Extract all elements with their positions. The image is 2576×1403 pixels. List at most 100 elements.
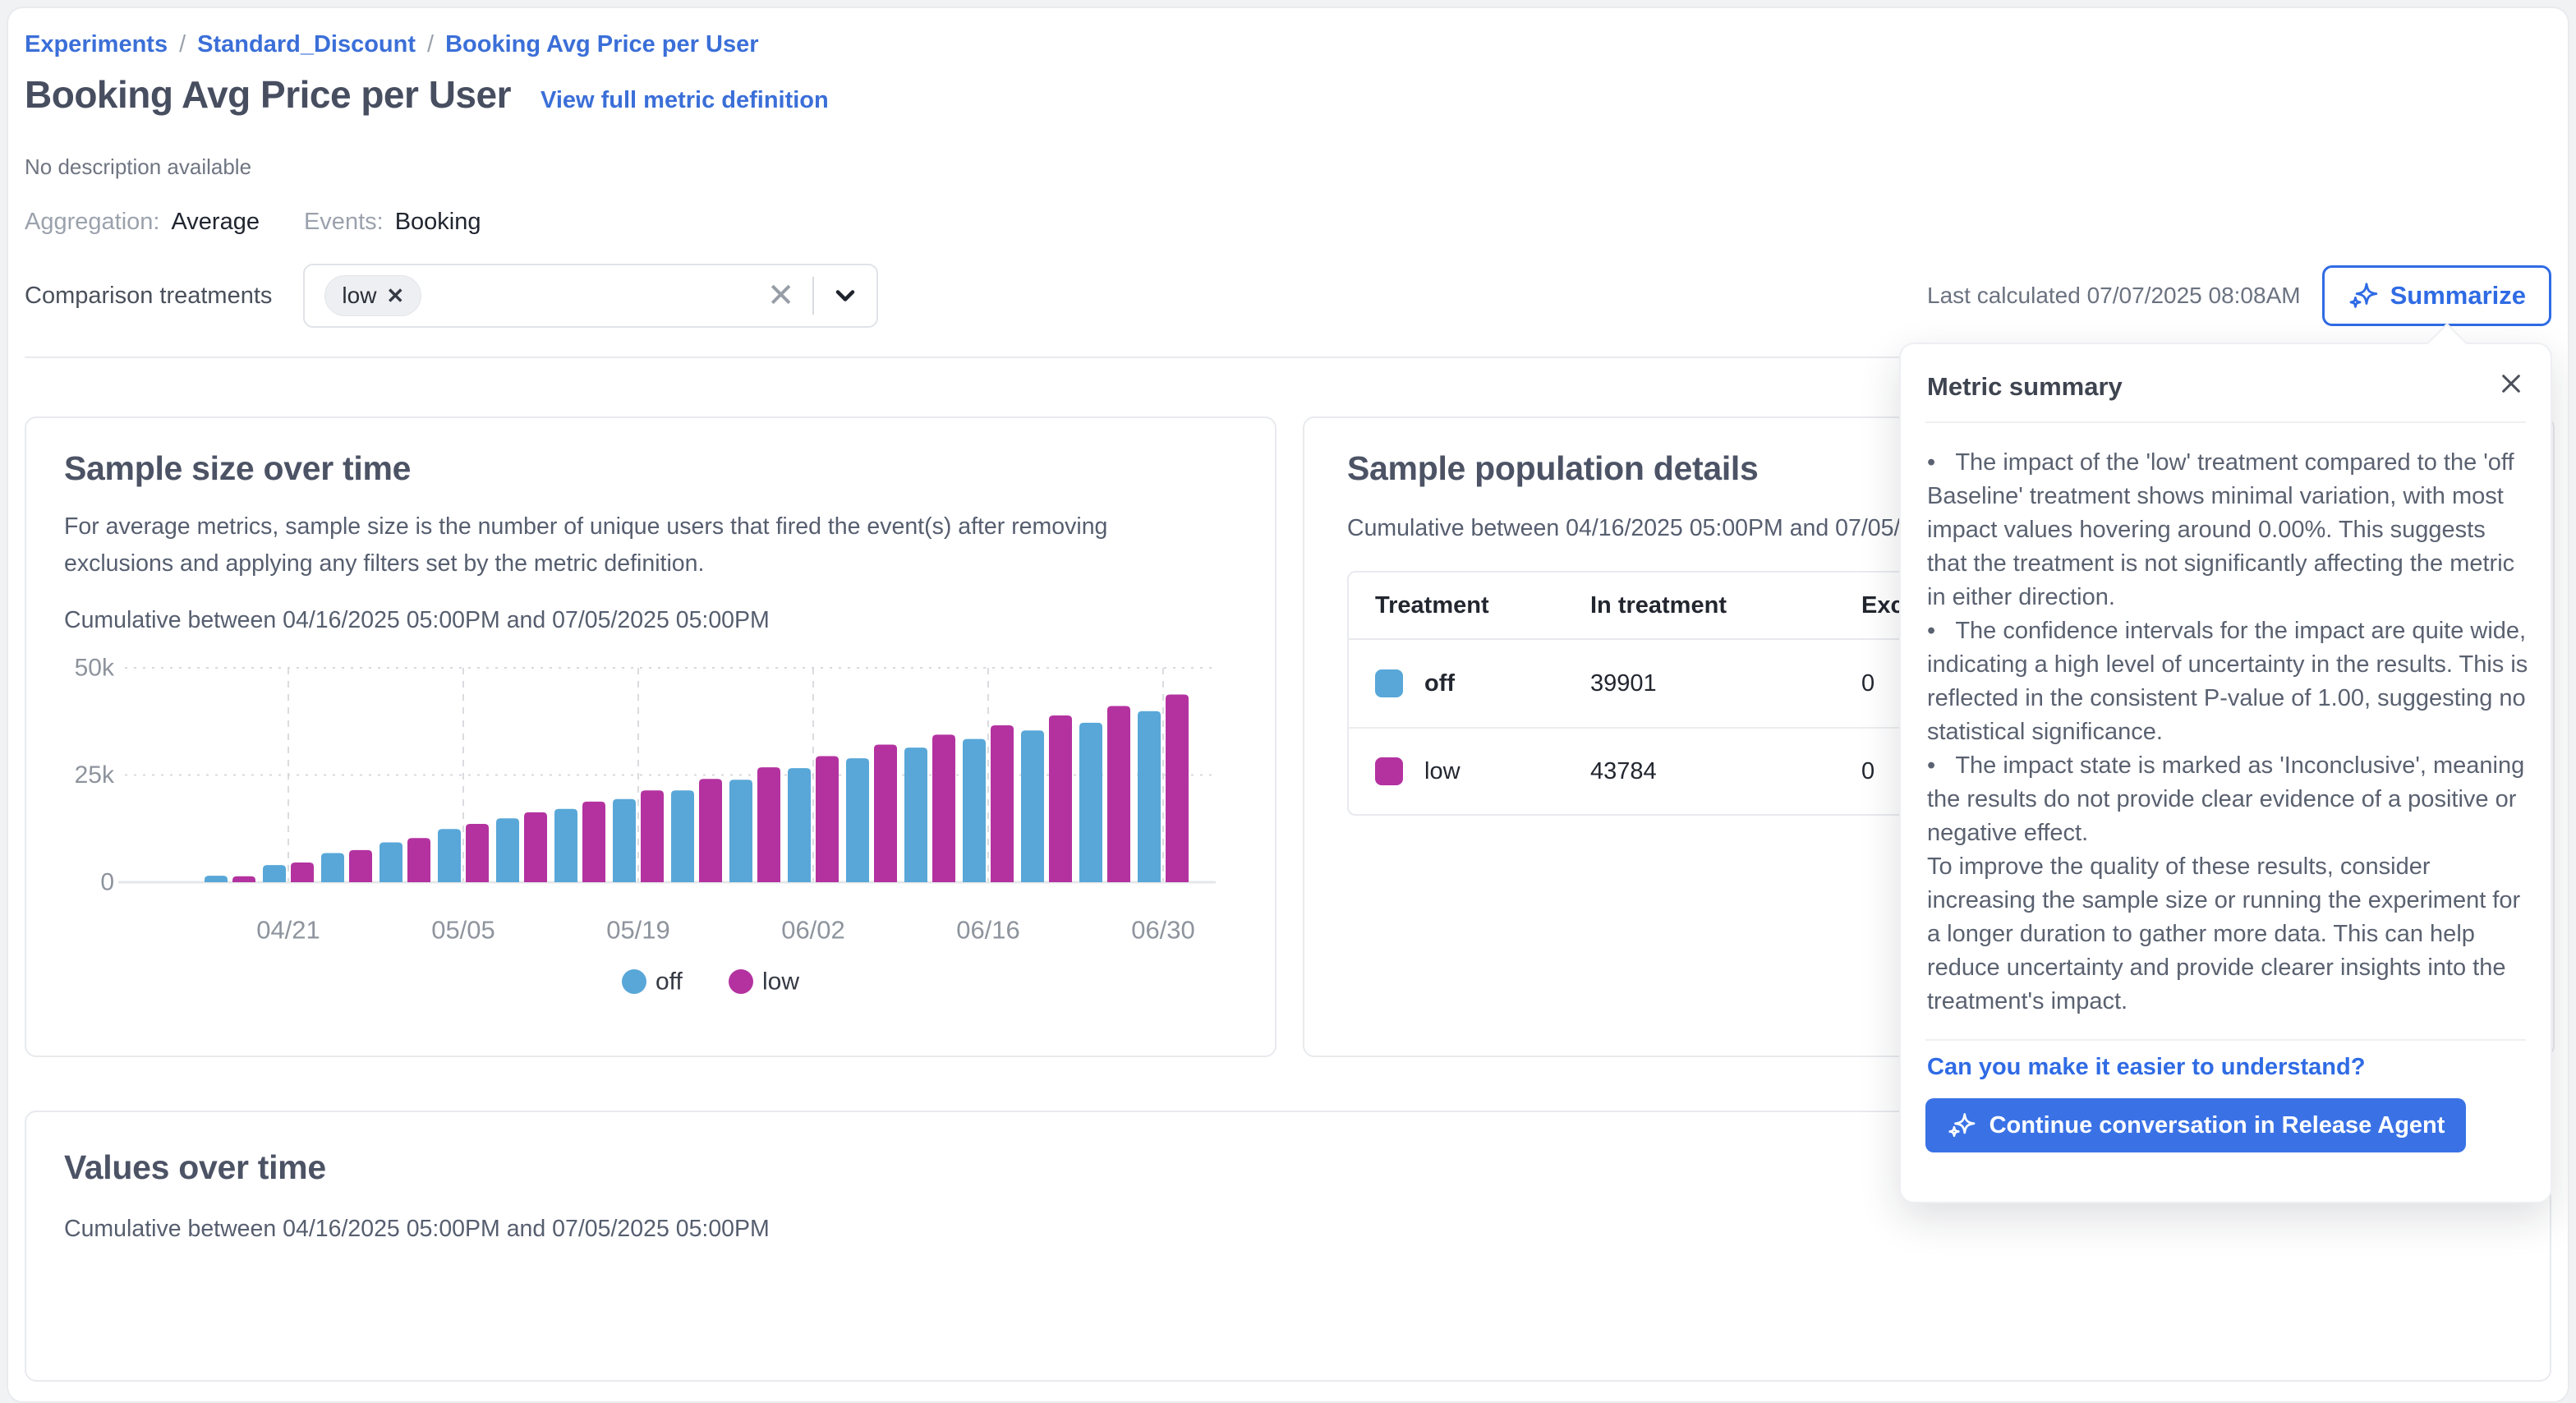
events-value: Booking: [395, 209, 481, 236]
treatment-swatch: [1375, 669, 1403, 697]
bar: [699, 779, 722, 882]
view-metric-definition-link[interactable]: View full metric definition: [540, 87, 829, 114]
in-treatment-value: 39901: [1564, 640, 1835, 727]
treatment-chip-label: low: [342, 283, 376, 309]
comparison-row: Comparison treatments low ✕ ✕ Last calcu…: [25, 261, 2551, 330]
population-details-title: Sample population details: [1347, 449, 1759, 488]
breadcrumb-metric-name[interactable]: Booking Avg Price per User: [445, 31, 758, 58]
bar: [321, 853, 344, 882]
breadcrumb-separator: /: [427, 31, 434, 58]
close-icon[interactable]: [2495, 367, 2528, 400]
bar: [349, 850, 372, 882]
popover-divider: [1925, 1039, 2526, 1041]
sparkle-icon: [2348, 280, 2379, 311]
metric-summary-title: Metric summary: [1927, 372, 2123, 402]
sample-size-description: For average metrics, sample size is the …: [64, 508, 1221, 582]
bar: [1107, 706, 1130, 882]
select-divider: [812, 277, 814, 315]
bar: [788, 768, 811, 882]
bar: [671, 790, 694, 882]
bar: [1138, 711, 1161, 882]
bar: [1021, 730, 1044, 882]
bar: [232, 876, 255, 882]
bar: [205, 876, 228, 882]
treatment-swatch: [1375, 757, 1403, 785]
x-tick-label: 05/05: [431, 916, 495, 945]
continue-button-label: Continue conversation in Release Agent: [1990, 1112, 2445, 1139]
chip-remove-icon[interactable]: ✕: [386, 283, 404, 309]
bar: [874, 744, 897, 882]
x-tick-label: 05/19: [606, 916, 670, 945]
bar: [466, 824, 489, 882]
bar: [729, 780, 752, 882]
last-calculated-text: Last calculated 07/07/2025 08:08AM: [1927, 283, 2301, 309]
breadcrumb-experiment-name[interactable]: Standard_Discount: [197, 31, 416, 58]
sample-size-chart: 04/2105/0505/1906/0206/1606/30025k50koff…: [59, 650, 1242, 1015]
sample-size-title: Sample size over time: [64, 449, 411, 488]
popover-divider: [1925, 421, 2526, 423]
select-clear-icon[interactable]: ✕: [767, 279, 795, 312]
bar: [641, 790, 664, 882]
followup-question-link[interactable]: Can you make it easier to understand?: [1927, 1054, 2365, 1081]
bar: [904, 748, 927, 882]
summarize-button[interactable]: Summarize: [2322, 265, 2551, 326]
bar: [524, 812, 547, 882]
bar: [613, 799, 636, 882]
values-over-time-title: Values over time: [64, 1148, 326, 1187]
metric-description: No description available: [25, 154, 251, 180]
metric-summary-body: • The impact of the 'low' treatment comp…: [1927, 446, 2529, 1019]
sample-size-cumulative: Cumulative between 04/16/2025 05:00PM an…: [64, 602, 770, 639]
breadcrumb-experiments[interactable]: Experiments: [25, 31, 168, 58]
sample-size-card: Sample size over time For average metric…: [25, 416, 1276, 1057]
col-in-treatment: In treatment: [1564, 573, 1835, 640]
summarize-button-label: Summarize: [2390, 281, 2526, 310]
y-tick-label: 25k: [75, 761, 115, 789]
title-row: Booking Avg Price per User View full met…: [25, 72, 829, 117]
legend-swatch-low: [729, 969, 753, 994]
continue-conversation-button[interactable]: Continue conversation in Release Agent: [1925, 1098, 2466, 1152]
treatment-chip-low[interactable]: low ✕: [324, 275, 421, 316]
sample-size-chart-svg: 04/2105/0505/1906/0206/1606/30025k50koff…: [59, 650, 1242, 1011]
bar: [263, 865, 286, 882]
in-treatment-value: 43784: [1564, 727, 1835, 814]
x-tick-label: 06/16: [956, 916, 1020, 945]
metric-meta-row: Aggregation: Average Events: Booking: [25, 209, 481, 236]
bar: [438, 829, 461, 882]
bar: [291, 862, 314, 882]
summary-paragraph: To improve the quality of these results,…: [1927, 850, 2529, 1019]
treatment-multiselect[interactable]: low ✕ ✕: [303, 264, 878, 328]
x-tick-label: 04/21: [256, 916, 320, 945]
bar: [1049, 715, 1072, 882]
bar: [1079, 723, 1102, 882]
aggregation-value: Average: [171, 209, 260, 236]
breadcrumb-separator: /: [179, 31, 186, 58]
bar: [757, 767, 780, 882]
bar: [846, 758, 869, 882]
aggregation-label: Aggregation:: [25, 209, 159, 236]
bar: [582, 802, 605, 882]
col-treatment: Treatment: [1349, 573, 1564, 640]
x-tick-label: 06/02: [781, 916, 845, 945]
legend-swatch-off: [622, 969, 646, 994]
values-cumulative: Cumulative between 04/16/2025 05:00PM an…: [64, 1211, 770, 1248]
legend-label-low: low: [762, 968, 799, 996]
sparkle-icon: [1947, 1111, 1976, 1140]
metric-summary-popover: Metric summary • The impact of the 'low'…: [1899, 343, 2552, 1203]
bar: [991, 725, 1014, 882]
bar: [932, 734, 955, 882]
chevron-down-icon[interactable]: [830, 281, 860, 310]
page-title: Booking Avg Price per User: [25, 72, 511, 117]
comparison-treatments-label: Comparison treatments: [25, 283, 272, 310]
summary-paragraph: • The impact of the 'low' treatment comp…: [1927, 446, 2529, 614]
summary-paragraph: • The impact state is marked as 'Inconcl…: [1927, 749, 2529, 850]
breadcrumb: Experiments / Standard_Discount / Bookin…: [25, 31, 758, 58]
bar: [963, 739, 986, 882]
treatment-name: off: [1424, 670, 1455, 697]
y-tick-label: 0: [100, 869, 114, 896]
page-container: Experiments / Standard_Discount / Bookin…: [7, 7, 2569, 1403]
legend-label-off: off: [656, 968, 683, 996]
y-tick-label: 50k: [75, 655, 115, 682]
bar: [380, 842, 402, 882]
bar: [554, 809, 577, 882]
bar: [407, 838, 430, 882]
